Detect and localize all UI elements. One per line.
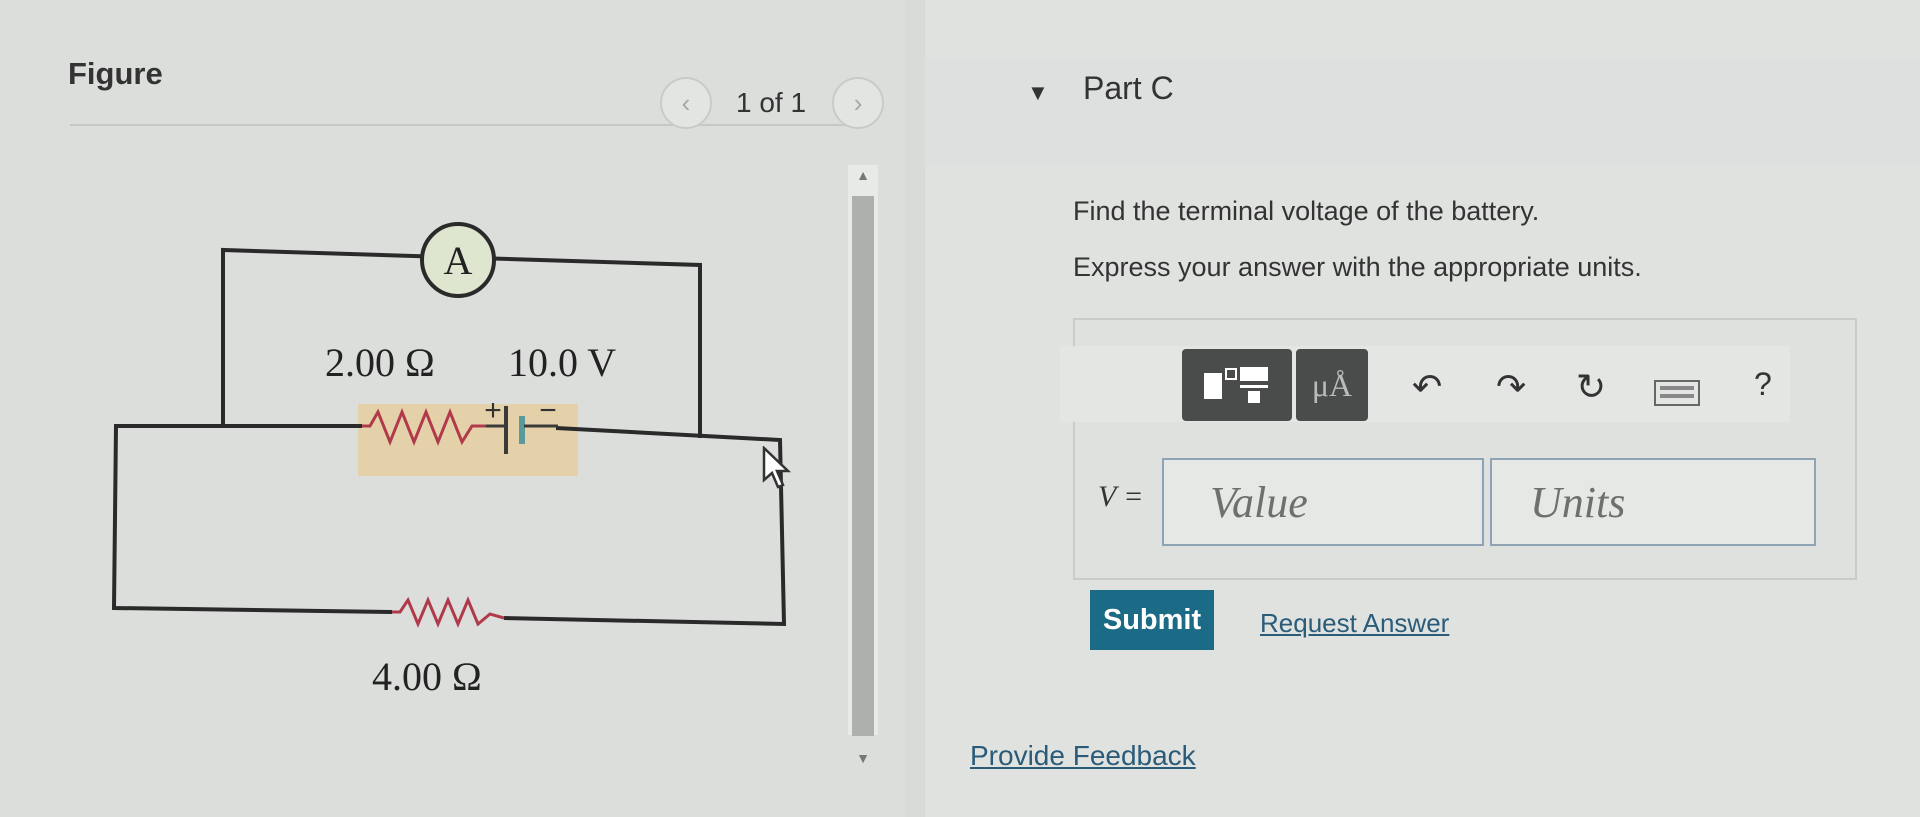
units-input[interactable] [1490,458,1816,546]
load-resistor [392,596,505,628]
undo-icon[interactable]: ↶ [1412,366,1442,408]
circuit-diagram: A + − 2.00 Ω 10.0 V 4.00 Ω [111,222,787,699]
chevron-right-icon: › [853,87,863,118]
figure-scrollbar-thumb[interactable] [852,196,874,736]
part-title: Part C [1083,70,1174,106]
keyboard-icon[interactable] [1654,380,1700,406]
internal-resistance-label: 2.00 Ω [325,340,435,385]
submit-button[interactable]: Submit [1090,590,1214,650]
figure-pane: Figure ‹ 1 of 1 › A + − 2.00 Ω 10.0 V 4.… [0,0,905,817]
reset-icon[interactable]: ↻ [1576,366,1606,408]
figure-title: Figure [68,56,163,91]
request-answer-link[interactable]: Request Answer [1260,608,1449,639]
provide-feedback-link[interactable]: Provide Feedback [970,740,1196,772]
next-figure-button[interactable]: › [832,77,885,129]
emf-label: 10.0 V [508,340,616,385]
figure-pager: ‹ 1 of 1 › [660,76,885,130]
value-input[interactable] [1162,458,1484,546]
battery-plus-sign: + [484,394,502,427]
templates-button[interactable] [1182,349,1292,421]
redo-icon[interactable]: ↷ [1496,366,1526,408]
units-button-label: μÅ [1311,366,1353,403]
ammeter-label: A [444,238,473,283]
variable-label: V = [1098,480,1144,513]
pager-text: 1 of 1 [736,87,807,118]
answer-instruction: Express your answer with the appropriate… [1073,252,1642,282]
units-button[interactable]: μÅ [1296,349,1368,421]
help-button[interactable]: ? [1754,366,1772,403]
scroll-up-arrow-icon[interactable]: ▲ [852,165,874,185]
outer-loop-wire-left [111,424,393,614]
mouse-cursor-icon [762,446,792,489]
part-header[interactable] [925,60,1920,164]
prev-figure-button[interactable]: ‹ [660,77,712,129]
load-resistance-label: 4.00 Ω [372,654,482,699]
battery-minus-sign: − [539,394,557,427]
collapse-caret-icon[interactable]: ▼ [1027,80,1049,106]
scroll-down-arrow-icon[interactable]: ▼ [852,748,874,768]
question-prompt: Find the terminal voltage of the battery… [1073,196,1540,226]
chevron-left-icon: ‹ [681,87,691,118]
fraction-template-icon [1204,367,1268,403]
